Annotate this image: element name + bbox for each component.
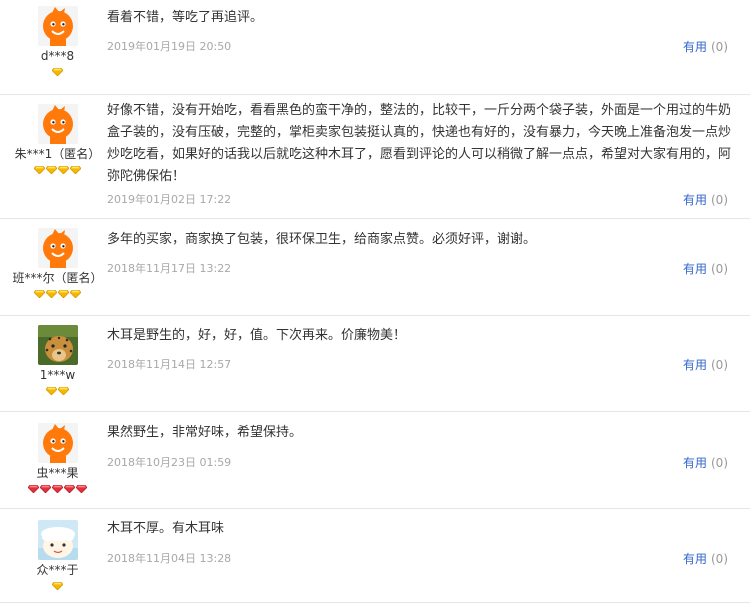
- gold-gem-icon: [51, 580, 64, 591]
- useful-count: (0): [711, 552, 728, 566]
- reviewer-info: 虫***果: [0, 423, 115, 494]
- red-gem-icon: [39, 483, 52, 494]
- reviewer-level-badges: [0, 580, 115, 591]
- avatar[interactable]: [37, 104, 78, 144]
- review-text: 果然野生，非常好味，希望保持。: [107, 425, 303, 440]
- useful-label[interactable]: 有用: [683, 358, 707, 372]
- useful-label[interactable]: 有用: [683, 40, 707, 54]
- review-date: 2018年11月04日 13:28: [107, 552, 232, 565]
- reviewer-name: 1***w: [39, 368, 76, 382]
- review-date: 2019年01月19日 20:50: [107, 40, 232, 53]
- reviewer-info: 1***w: [0, 325, 115, 396]
- useful-label[interactable]: 有用: [683, 193, 707, 207]
- avatar[interactable]: [37, 423, 78, 463]
- useful-count: (0): [711, 40, 728, 54]
- reviewer-name: d***8: [40, 49, 75, 63]
- gold-gem-icon: [45, 385, 58, 396]
- review-item: 众***于 木耳不厚。有木耳味 2018年11月04日 13:28 有用 (0): [0, 509, 750, 603]
- review-item: 朱***1（匿名） 好像不错，没有开始吃，看看黑色的蛮干净的，整法的，比较干，一…: [0, 95, 750, 219]
- review-text: 看着不错，等吃了再追评。: [107, 10, 264, 25]
- gold-gem-icon: [33, 164, 46, 175]
- review-text: 好像不错，没有开始吃，看看黑色的蛮干净的，整法的，比较干，一斤分两个袋子装，外面…: [107, 103, 732, 184]
- red-gem-icon: [63, 483, 76, 494]
- reviewer-level-badges: [0, 164, 115, 175]
- red-gem-icon: [27, 483, 40, 494]
- reviewer-name: 朱***1（匿名）: [14, 147, 101, 161]
- gold-gem-icon: [45, 164, 58, 175]
- useful-count: (0): [711, 262, 728, 276]
- review-item: d***8 看着不错，等吃了再追评。 2019年01月19日 20:50 有用 (…: [0, 0, 750, 95]
- avatar[interactable]: [37, 325, 78, 365]
- reviewer-level-badges: [0, 288, 115, 299]
- gold-gem-icon: [57, 288, 70, 299]
- reviewer-info: 朱***1（匿名）: [0, 104, 115, 175]
- useful-count: (0): [711, 456, 728, 470]
- avatar[interactable]: [37, 228, 78, 268]
- gold-gem-icon: [69, 164, 82, 175]
- gold-gem-icon: [57, 385, 70, 396]
- review-date: 2019年01月02日 17:22: [107, 193, 232, 206]
- gold-gem-icon: [69, 288, 82, 299]
- reviewer-info: d***8: [0, 6, 115, 77]
- useful-button[interactable]: 有用 (0): [683, 193, 728, 207]
- reviewer-name: 虫***果: [36, 466, 79, 480]
- useful-button[interactable]: 有用 (0): [683, 358, 728, 372]
- red-gem-icon: [75, 483, 88, 494]
- red-gem-icon: [51, 483, 64, 494]
- useful-label[interactable]: 有用: [683, 262, 707, 276]
- gold-gem-icon: [51, 66, 64, 77]
- review-date: 2018年11月14日 12:57: [107, 358, 232, 371]
- avatar[interactable]: [37, 520, 78, 560]
- useful-button[interactable]: 有用 (0): [683, 40, 728, 54]
- useful-count: (0): [711, 193, 728, 207]
- review-item: 班***尔（匿名） 多年的买家，商家换了包装，很环保卫生，给商家点赞。必须好评，…: [0, 219, 750, 316]
- useful-label[interactable]: 有用: [683, 456, 707, 470]
- review-item: 虫***果 果然野生，非常好味，希望保持。 2018年10月23日 01:59 …: [0, 412, 750, 509]
- reviewer-name: 众***于: [36, 563, 79, 577]
- reviewer-info: 众***于: [0, 520, 115, 591]
- gold-gem-icon: [45, 288, 58, 299]
- useful-button[interactable]: 有用 (0): [683, 262, 728, 276]
- gold-gem-icon: [57, 164, 70, 175]
- useful-label[interactable]: 有用: [683, 552, 707, 566]
- review-date: 2018年10月23日 01:59: [107, 456, 232, 469]
- review-text: 木耳是野生的，好，好，值。下次再来。价廉物美！: [107, 328, 407, 343]
- reviewer-level-badges: [0, 66, 115, 77]
- useful-count: (0): [711, 358, 728, 372]
- reviewer-level-badges: [0, 483, 115, 494]
- gold-gem-icon: [33, 288, 46, 299]
- useful-button[interactable]: 有用 (0): [683, 456, 728, 470]
- reviewer-level-badges: [0, 385, 115, 396]
- reviewer-info: 班***尔（匿名）: [0, 228, 115, 299]
- review-item: 1***w 木耳是野生的，好，好，值。下次再来。价廉物美！ 2018年11月14…: [0, 316, 750, 412]
- review-text: 多年的买家，商家换了包装，很环保卫生，给商家点赞。必须好评，谢谢。: [107, 232, 537, 247]
- useful-button[interactable]: 有用 (0): [683, 552, 728, 566]
- review-date: 2018年11月17日 13:22: [107, 262, 232, 275]
- avatar[interactable]: [37, 6, 78, 46]
- reviewer-name: 班***尔（匿名）: [12, 271, 103, 285]
- review-text: 木耳不厚。有木耳味: [107, 521, 225, 536]
